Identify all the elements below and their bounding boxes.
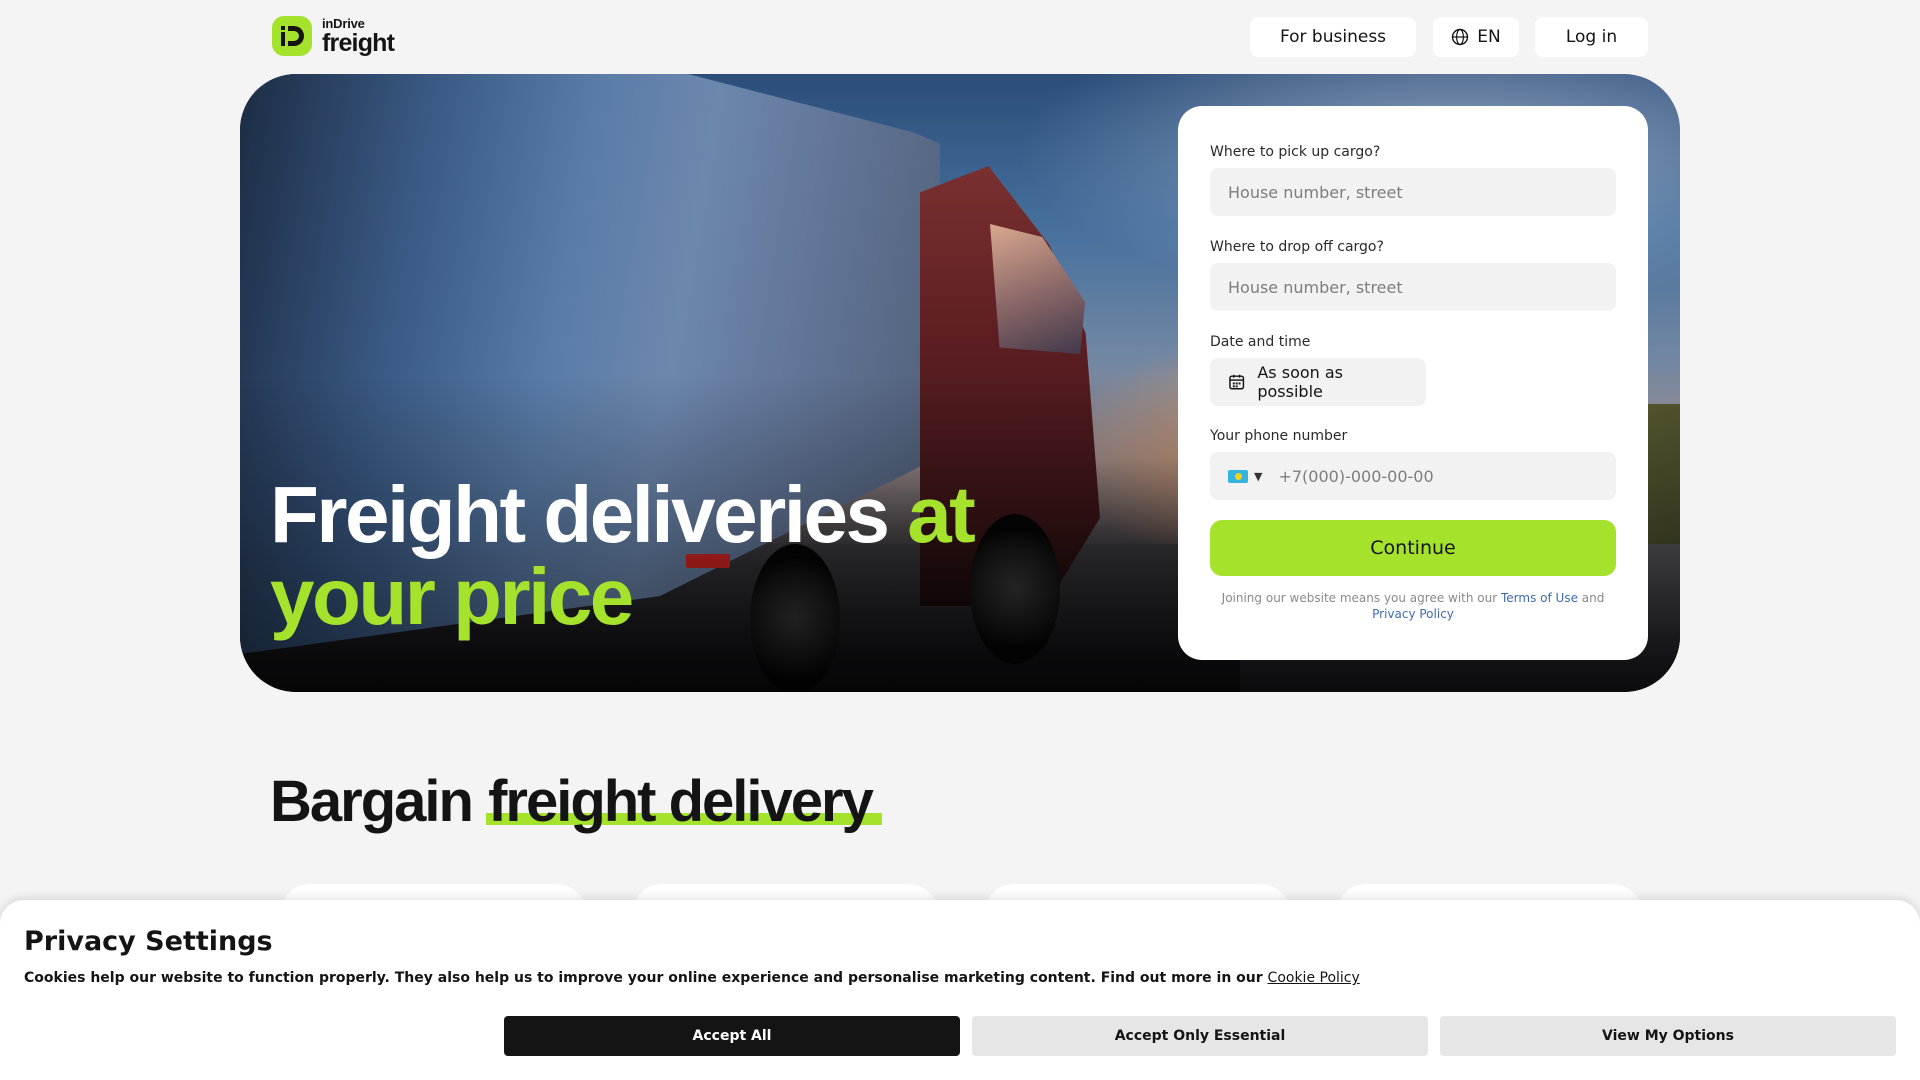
continue-button[interactable]: Continue bbox=[1210, 520, 1616, 576]
terms-prefix: Joining our website means you agree with… bbox=[1221, 591, 1501, 605]
hero-title: Freight deliveries at your price bbox=[270, 474, 1090, 638]
date-time-label: Date and time bbox=[1210, 334, 1311, 350]
terms-notice: Joining our website means you agree with… bbox=[1210, 590, 1616, 622]
section-title-highlight: freight delivery bbox=[486, 769, 882, 834]
date-time-selector[interactable]: As soon as possible bbox=[1210, 358, 1426, 406]
cookie-policy-link[interactable]: Cookie Policy bbox=[1268, 970, 1360, 986]
order-form-card: Where to pick up cargo? Where to drop of… bbox=[1178, 106, 1648, 660]
for-business-button[interactable]: For business bbox=[1250, 17, 1416, 57]
accept-essential-button[interactable]: Accept Only Essential bbox=[972, 1016, 1428, 1056]
language-label: EN bbox=[1477, 27, 1501, 47]
login-button[interactable]: Log in bbox=[1535, 17, 1648, 57]
accept-all-label: Accept All bbox=[692, 1028, 772, 1044]
login-label: Log in bbox=[1565, 27, 1618, 47]
cookie-text: Cookies help our website to function pro… bbox=[24, 970, 1268, 986]
pickup-label: Where to pick up cargo? bbox=[1210, 144, 1381, 160]
country-code-selector[interactable]: ▼ bbox=[1228, 469, 1263, 483]
date-time-value: As soon as possible bbox=[1257, 363, 1344, 401]
phone-label: Your phone number bbox=[1210, 428, 1348, 444]
cookie-description: Cookies help our website to function pro… bbox=[24, 970, 1360, 986]
section-title-plain: Bargain bbox=[270, 769, 487, 834]
section-title: Bargain freight delivery bbox=[270, 768, 882, 835]
continue-label: Continue bbox=[1370, 537, 1456, 559]
for-business-label: For business bbox=[1279, 27, 1387, 47]
globe-icon bbox=[1452, 28, 1469, 46]
caret-down-icon: ▼ bbox=[1254, 469, 1263, 483]
logo-product: freight bbox=[322, 28, 395, 57]
accept-essential-label: Accept Only Essential bbox=[1114, 1028, 1286, 1044]
view-options-button[interactable]: View My Options bbox=[1440, 1016, 1896, 1056]
site-header: inDrive freight For business EN Log in bbox=[0, 0, 1920, 74]
cookie-title: Privacy Settings bbox=[24, 926, 273, 957]
phone-number-input[interactable] bbox=[1278, 466, 1599, 486]
terms-and: and bbox=[1577, 591, 1605, 605]
dropoff-label: Where to drop off cargo? bbox=[1210, 239, 1384, 255]
calendar-icon bbox=[1229, 374, 1245, 390]
pickup-address-input[interactable] bbox=[1210, 168, 1616, 216]
terms-of-use-link[interactable]: Terms of Use bbox=[1501, 591, 1578, 605]
logo-brand: inDrive bbox=[322, 15, 365, 31]
privacy-policy-link[interactable]: Privacy Policy bbox=[1372, 607, 1454, 621]
kazakhstan-flag-icon bbox=[1228, 469, 1248, 483]
cookie-banner: Privacy Settings Cookies help our websit… bbox=[0, 900, 1920, 1080]
phone-field: ▼ bbox=[1210, 452, 1616, 500]
accept-all-button[interactable]: Accept All bbox=[504, 1016, 960, 1056]
logo-mark-icon bbox=[272, 16, 312, 56]
view-options-label: View My Options bbox=[1602, 1028, 1734, 1044]
hero-title-main: Freight deliveries bbox=[270, 470, 908, 559]
dropoff-address-input[interactable] bbox=[1210, 263, 1616, 311]
language-button[interactable]: EN bbox=[1433, 17, 1519, 57]
logo[interactable]: inDrive freight bbox=[272, 15, 395, 57]
